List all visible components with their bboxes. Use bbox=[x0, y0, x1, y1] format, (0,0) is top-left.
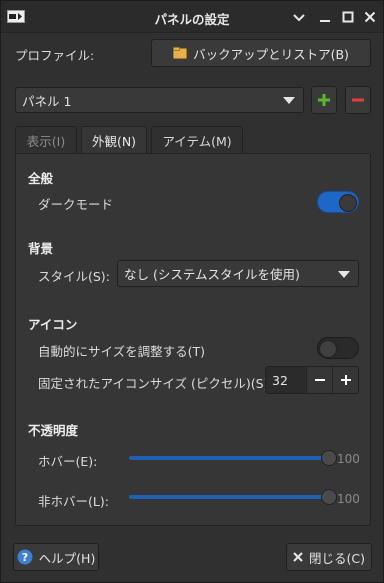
panel-select[interactable]: パネル 1 bbox=[15, 87, 304, 113]
icon-size-spinner[interactable]: 32 bbox=[265, 366, 359, 394]
increment-button[interactable] bbox=[332, 367, 358, 393]
style-label: スタイル(S): bbox=[38, 269, 110, 284]
auto-size-label: 自動的にサイズを調整する(T) bbox=[38, 344, 206, 359]
background-heading: 背景 bbox=[28, 241, 54, 256]
opacity-heading: 不透明度 bbox=[28, 423, 79, 438]
fixed-size-label: 固定されたアイコンサイズ (ピクセル)(S): bbox=[38, 376, 273, 391]
minus-icon bbox=[314, 379, 325, 381]
auto-size-toggle[interactable] bbox=[317, 337, 359, 359]
remove-panel-button[interactable] bbox=[345, 86, 371, 114]
slider-track bbox=[129, 456, 331, 460]
add-panel-button[interactable] bbox=[311, 86, 337, 114]
backup-restore-label: バックアップとリストア(B) bbox=[193, 46, 349, 62]
hover-label: ホバー(E): bbox=[38, 454, 98, 469]
plus-icon bbox=[340, 375, 351, 385]
hover-opacity-slider[interactable] bbox=[129, 450, 337, 466]
close-icon[interactable] bbox=[362, 9, 378, 25]
chevron-down-icon bbox=[338, 270, 350, 278]
slider-thumb[interactable] bbox=[321, 489, 337, 505]
toggle-knob bbox=[319, 340, 337, 358]
slider-track bbox=[129, 495, 331, 499]
close-label: 閉じる(C) bbox=[309, 550, 365, 566]
close-button[interactable]: 閉じる(C) bbox=[286, 543, 372, 571]
titlebar[interactable]: パネルの設定 bbox=[1, 1, 383, 33]
non-hover-opacity-value: 100 bbox=[337, 492, 360, 506]
svg-text:?: ? bbox=[21, 551, 27, 564]
toggle-knob bbox=[339, 194, 357, 212]
appearance-panel: 全般 ダークモード 背景 スタイル(S): なし (システムスタイルを使用) ア… bbox=[15, 153, 371, 526]
maximize-icon[interactable] bbox=[340, 9, 356, 25]
background-style-select[interactable]: なし (システムスタイルを使用) bbox=[117, 260, 359, 287]
plus-icon bbox=[318, 94, 330, 106]
help-icon: ? bbox=[17, 549, 33, 565]
panel-preferences-window: パネルの設定 プロファイル: バックアップとリストア(B) パネル 1 表示(I… bbox=[0, 0, 384, 583]
close-icon bbox=[293, 552, 303, 562]
tab-appearance[interactable]: 外観(N) bbox=[81, 126, 147, 154]
hover-opacity-value: 100 bbox=[337, 452, 360, 466]
tab-display[interactable]: 表示(I) bbox=[15, 126, 77, 153]
chevron-down-icon bbox=[283, 97, 295, 104]
folder-icon bbox=[173, 47, 188, 59]
non-hover-label: 非ホバー(L): bbox=[38, 494, 109, 509]
minimize-icon[interactable] bbox=[291, 9, 307, 25]
help-button[interactable]: ? ヘルプ(H) bbox=[13, 543, 99, 571]
decrement-button[interactable] bbox=[306, 367, 332, 393]
icons-heading: アイコン bbox=[28, 317, 78, 332]
non-hover-opacity-slider[interactable] bbox=[129, 489, 337, 505]
minus-icon bbox=[352, 98, 364, 102]
help-label: ヘルプ(H) bbox=[38, 550, 96, 566]
background-style-value: なし (システムスタイルを使用) bbox=[124, 267, 300, 282]
minimize-to-bar-icon[interactable] bbox=[317, 9, 333, 25]
icon-size-value[interactable]: 32 bbox=[266, 367, 306, 393]
tab-items[interactable]: アイテム(M) bbox=[151, 126, 243, 153]
backup-restore-button[interactable]: バックアップとリストア(B) bbox=[151, 39, 371, 67]
dark-mode-toggle[interactable] bbox=[317, 191, 359, 213]
dark-mode-label: ダークモード bbox=[38, 197, 114, 212]
general-heading: 全般 bbox=[28, 171, 54, 186]
panel-select-value: パネル 1 bbox=[22, 93, 72, 109]
slider-thumb[interactable] bbox=[321, 450, 337, 466]
profile-label: プロファイル: bbox=[15, 48, 95, 63]
